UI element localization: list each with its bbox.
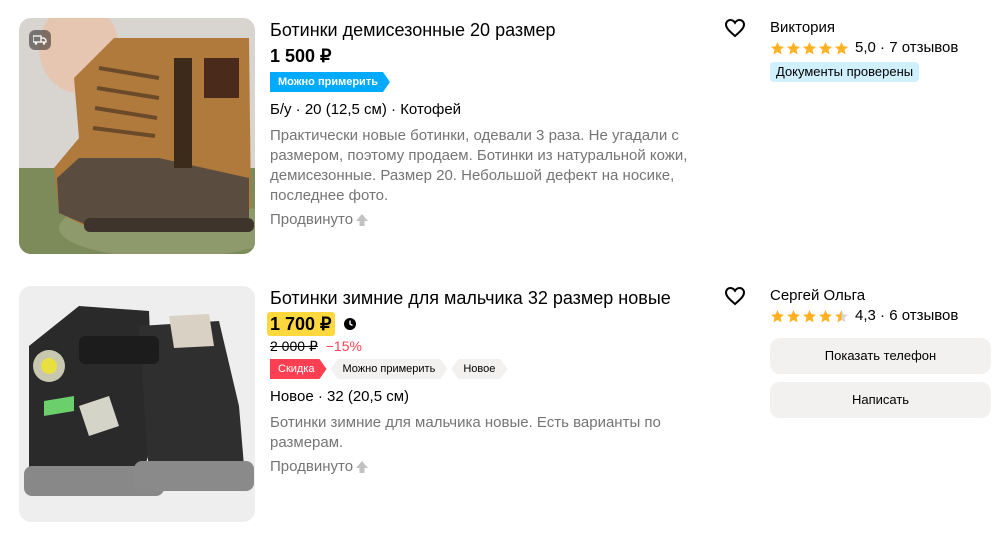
rating-separator: · [875, 39, 890, 56]
price-row: 1 500 ₽ [270, 44, 710, 68]
listing-params: Б/у · 20 (12,5 см) · Котофей [270, 101, 462, 118]
old-price-row: 2 000 ₽ −15% [270, 337, 710, 355]
heart-icon[interactable] [724, 18, 746, 38]
rating-stars [770, 41, 849, 56]
tag-new: Новое [451, 359, 507, 379]
rating-row: 5,0 · 7 отзывов [770, 38, 995, 58]
heart-icon[interactable] [724, 286, 746, 306]
star-icon [835, 41, 848, 54]
listing-title[interactable]: Ботинки зимние для мальчика 32 размер но… [270, 286, 710, 310]
listing-params: Новое · 32 (20,5 см) [270, 388, 410, 405]
verified-badge: Документы проверены [770, 62, 920, 82]
rating-row: 4,3 · 6 отзывов [770, 306, 995, 326]
reviews-link[interactable]: 6 отзывов [889, 306, 958, 326]
star-icon [787, 41, 800, 54]
discount-percent: −15% [325, 338, 362, 354]
seller-block: Виктория 5,0 · 7 отзывов Документы прове… [770, 18, 995, 82]
tag-try-on: Можно примерить [270, 72, 390, 92]
promoted-text: Продвинуто [270, 211, 354, 228]
listing-photo[interactable] [19, 18, 255, 254]
clock-icon [343, 318, 356, 330]
star-icon [819, 41, 832, 54]
listing-card[interactable]: Ботинки демисезонные 20 размер 1 500 ₽ М… [0, 18, 1007, 258]
listing-description: Ботинки зимние для мальчика новые. Есть … [270, 414, 661, 451]
star-icon [835, 309, 848, 322]
star-icon [771, 41, 784, 54]
seller-name[interactable]: Виктория [770, 18, 995, 38]
rating-separator: · [875, 307, 890, 324]
tag-try-on: Можно примерить [331, 359, 448, 379]
arrow-up-icon [356, 214, 369, 226]
rating-value: 5,0 [855, 39, 876, 56]
rating-stars [770, 309, 849, 324]
star-icon [803, 309, 816, 322]
rating-value: 4,3 [855, 307, 876, 324]
write-message-button[interactable]: Написать [770, 382, 991, 418]
star-icon [803, 41, 816, 54]
promoted-text: Продвинуто [270, 458, 354, 475]
star-icon [787, 309, 800, 322]
seller-block: Сергей Ольга 4,3 · 6 отзывов Показать те… [770, 286, 995, 418]
arrow-up-icon [356, 461, 369, 473]
listing-info: Ботинки демисезонные 20 размер 1 500 ₽ М… [270, 18, 710, 230]
tag-sale: Скидка [270, 359, 327, 379]
listing-photo[interactable] [19, 286, 255, 522]
listing-info: Ботинки зимние для мальчика 32 размер но… [267, 286, 710, 477]
seller-name[interactable]: Сергей Ольга [770, 286, 995, 306]
tags: Можно примерить [270, 72, 710, 92]
price-row: 1 700 ₽ [267, 312, 710, 336]
old-price: 2 000 ₽ [270, 338, 318, 354]
delivery-icon [29, 30, 51, 50]
listing-title[interactable]: Ботинки демисезонные 20 размер [270, 18, 710, 42]
listing-card[interactable]: Ботинки зимние для мальчика 32 размер но… [0, 286, 1007, 526]
promoted-label: Продвинуто [270, 457, 710, 477]
listing-description: Практически новые ботинки, одевали 3 раз… [270, 127, 688, 204]
tags: Скидка Можно примерить Новое [270, 359, 710, 379]
listing-price: 1 500 ₽ [270, 46, 332, 66]
reviews-link[interactable]: 7 отзывов [889, 38, 958, 58]
star-icon [819, 309, 832, 322]
listing-price: 1 700 ₽ [267, 312, 335, 336]
promoted-label: Продвинуто [270, 210, 710, 230]
star-icon [771, 309, 784, 322]
show-phone-button[interactable]: Показать телефон [770, 338, 991, 374]
